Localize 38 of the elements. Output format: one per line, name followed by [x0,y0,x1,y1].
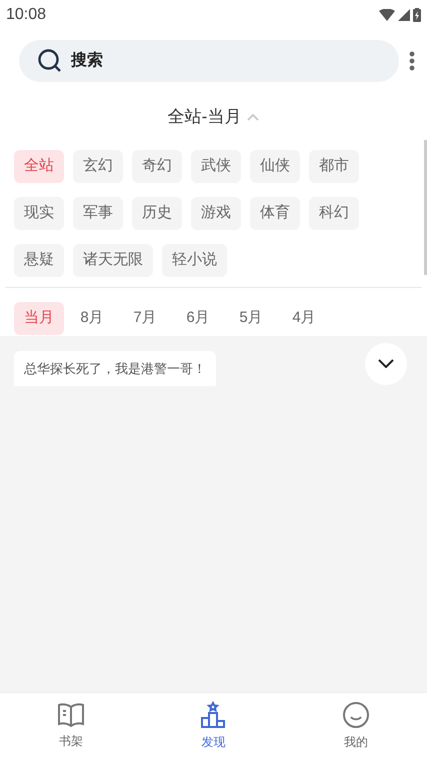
smile-icon [342,701,370,729]
filter-toggle[interactable]: 全站-当月 [168,104,260,130]
book-icon [57,702,86,728]
category-chip[interactable]: 玄幻 [73,150,123,182]
book-card[interactable]: 总华探长死了，我是港警一哥！ [14,350,216,386]
month-tab[interactable]: 6月 [173,302,223,334]
status-time: 10:08 [6,5,46,25]
category-chip[interactable]: 都市 [309,150,359,182]
nav-tab[interactable]: 我的 [284,693,427,759]
category-chip[interactable]: 军事 [73,196,123,230]
category-chip[interactable]: 轻小说 [162,244,227,276]
battery-icon [413,8,421,22]
nav-tab[interactable]: 发现 [142,693,285,759]
category-chip[interactable]: 现实 [14,196,64,230]
nav-tab[interactable]: 书架 [0,693,142,759]
search-icon [37,48,63,74]
category-chip[interactable]: 悬疑 [14,244,64,276]
month-tab[interactable]: 4月 [279,302,329,334]
category-chip[interactable]: 仙侠 [250,150,300,182]
podium-icon [199,701,228,729]
category-chip[interactable]: 全站 [14,150,64,182]
month-tab[interactable]: 当月 [14,302,64,334]
category-chip[interactable]: 诸天无限 [73,244,153,276]
signal-icon [398,9,410,21]
month-tab[interactable]: 7月 [120,302,170,334]
category-chip[interactable]: 科幻 [309,196,359,230]
month-tab[interactable]: 5月 [226,302,276,334]
month-tab[interactable]: 8月 [67,302,117,334]
chevron-up-icon [247,112,260,121]
category-chip[interactable]: 奇幻 [132,150,182,182]
category-chip[interactable]: 游戏 [191,196,241,230]
expand-button[interactable] [365,342,407,384]
category-chip[interactable]: 体育 [250,196,300,230]
category-chip[interactable]: 武侠 [191,150,241,182]
chevron-down-icon [378,359,394,368]
more-icon[interactable] [409,51,415,71]
wifi-icon [379,9,395,21]
category-chip[interactable]: 历史 [132,196,182,230]
